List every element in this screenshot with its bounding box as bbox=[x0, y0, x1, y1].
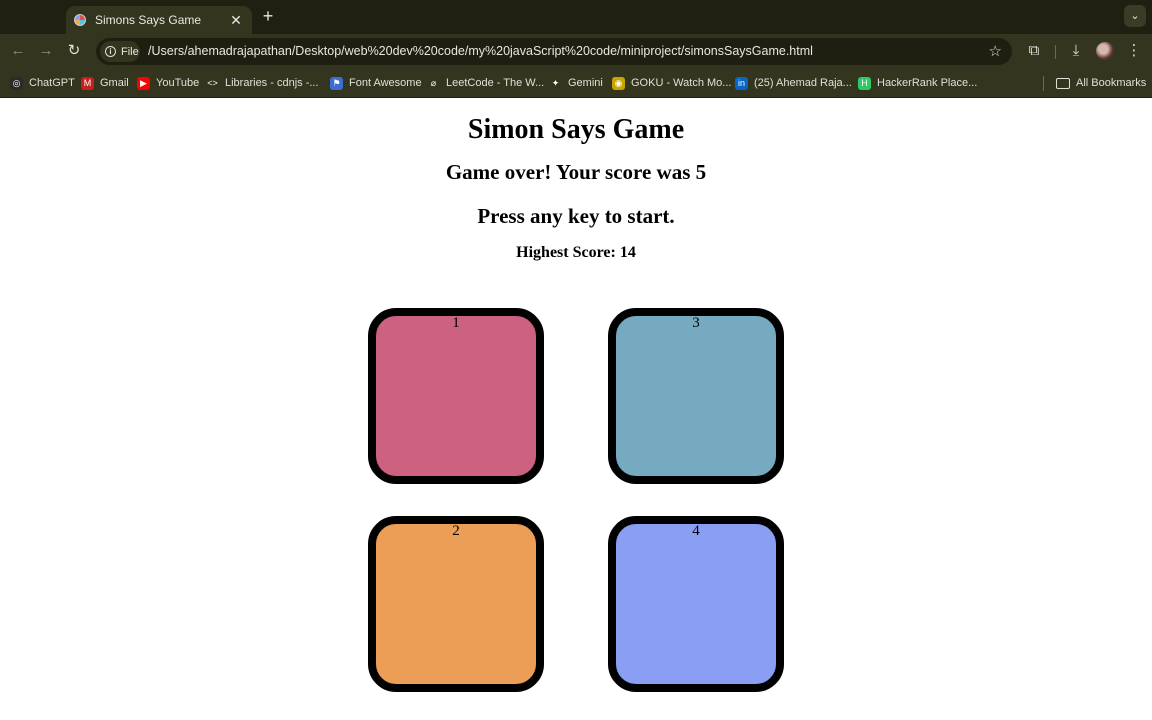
tab-strip: Simons Says Game ✕ + ⌄ bbox=[0, 0, 1152, 34]
bookmarks-bar: ◎ ChatGPT M Gmail ▶ YouTube <> Libraries… bbox=[0, 68, 1152, 98]
bookmark-label: Font Awesome bbox=[349, 77, 422, 89]
chatgpt-icon: ◎ bbox=[10, 76, 23, 90]
page-content: Simon Says Game Game over! Your score wa… bbox=[0, 98, 1152, 720]
bookmark-goku[interactable]: ◉ GOKU - Watch Mo... bbox=[612, 75, 731, 91]
back-button[interactable]: ← bbox=[8, 41, 28, 61]
menu-icon[interactable]: ⋮ bbox=[1124, 41, 1144, 61]
bookmark-youtube[interactable]: ▶ YouTube bbox=[137, 75, 199, 91]
bookmark-label: ChatGPT bbox=[29, 77, 75, 89]
goku-icon: ◉ bbox=[612, 76, 625, 90]
reload-button[interactable]: ↻ bbox=[64, 41, 84, 61]
tab-search-button[interactable]: ⌄ bbox=[1124, 5, 1146, 27]
site-info-chip[interactable]: i File bbox=[100, 41, 140, 62]
bookmark-label: LeetCode - The W... bbox=[446, 77, 545, 89]
bookmark-label: Libraries - cdnjs -... bbox=[225, 77, 319, 89]
bookmark-font-awesome[interactable]: ⚑ Font Awesome bbox=[330, 75, 422, 91]
start-prompt: Press any key to start. bbox=[477, 204, 675, 228]
bookmark-gemini[interactable]: ✦ Gemini bbox=[549, 75, 603, 91]
toolbar-divider bbox=[1055, 45, 1056, 59]
hackerrank-icon: H bbox=[858, 76, 871, 90]
bookmark-linkedin[interactable]: in (25) Ahemad Raja... bbox=[735, 75, 852, 91]
code-icon: <> bbox=[206, 76, 219, 90]
url-text[interactable]: /Users/ahemadrajapathan/Desktop/web%20de… bbox=[148, 44, 813, 58]
bookmark-star-icon[interactable]: ☆ bbox=[989, 42, 1002, 60]
bookmark-label: YouTube bbox=[156, 77, 200, 89]
game-button-4[interactable]: 4 bbox=[608, 516, 784, 692]
tab-simons-says-game[interactable]: Simons Says Game ✕ bbox=[66, 6, 252, 34]
tab-favicon-icon bbox=[74, 14, 86, 26]
font-awesome-icon: ⚑ bbox=[330, 76, 343, 90]
game-button-1[interactable]: 1 bbox=[368, 308, 544, 484]
folder-icon bbox=[1056, 77, 1070, 89]
all-bookmarks-label: All Bookmarks bbox=[1076, 77, 1147, 89]
bookmark-label: Gemini bbox=[568, 77, 603, 89]
bookmark-label: HackerRank Place... bbox=[877, 77, 978, 89]
bookmark-gmail[interactable]: M Gmail bbox=[81, 75, 129, 91]
bookmark-label: Gmail bbox=[100, 77, 129, 89]
bookmark-label: (25) Ahemad Raja... bbox=[754, 77, 852, 89]
browser-toolbar: ← → ↻ i File /Users/ahemadrajapathan/Des… bbox=[0, 34, 1152, 68]
bookmarks-divider bbox=[1043, 76, 1044, 91]
game-title: Simon Says Game bbox=[467, 114, 685, 145]
bookmark-hackerrank[interactable]: H HackerRank Place... bbox=[858, 75, 977, 91]
site-info-label: File bbox=[121, 45, 139, 58]
tab-title: Simons Says Game bbox=[95, 13, 202, 27]
forward-button[interactable]: → bbox=[36, 41, 56, 61]
bookmark-leetcode[interactable]: ⌀ LeetCode - The W... bbox=[427, 75, 544, 91]
download-icon[interactable]: ⤓ bbox=[1066, 41, 1086, 61]
address-bar[interactable]: i File /Users/ahemadrajapathan/Desktop/w… bbox=[96, 38, 1012, 65]
extensions-icon[interactable]: ⧉ bbox=[1024, 41, 1044, 61]
leetcode-icon: ⌀ bbox=[427, 76, 440, 90]
gemini-icon: ✦ bbox=[549, 76, 562, 90]
game-button-2[interactable]: 2 bbox=[368, 516, 544, 692]
highest-score: Highest Score: 14 bbox=[516, 244, 636, 261]
info-icon: i bbox=[105, 46, 116, 57]
game-status: Game over! Your score was 5 bbox=[445, 160, 707, 184]
gmail-icon: M bbox=[81, 76, 94, 90]
profile-avatar[interactable] bbox=[1096, 42, 1114, 60]
close-tab-icon[interactable]: ✕ bbox=[228, 12, 244, 29]
game-button-3[interactable]: 3 bbox=[608, 308, 784, 484]
youtube-icon: ▶ bbox=[137, 76, 150, 90]
bookmark-label: GOKU - Watch Mo... bbox=[631, 77, 732, 89]
new-tab-button[interactable]: + bbox=[258, 6, 278, 26]
linkedin-icon: in bbox=[735, 76, 748, 90]
all-bookmarks-button[interactable]: All Bookmarks bbox=[1056, 75, 1146, 91]
bookmark-chatgpt[interactable]: ◎ ChatGPT bbox=[10, 75, 75, 91]
bookmark-cdnjs[interactable]: <> Libraries - cdnjs -... bbox=[206, 75, 319, 91]
